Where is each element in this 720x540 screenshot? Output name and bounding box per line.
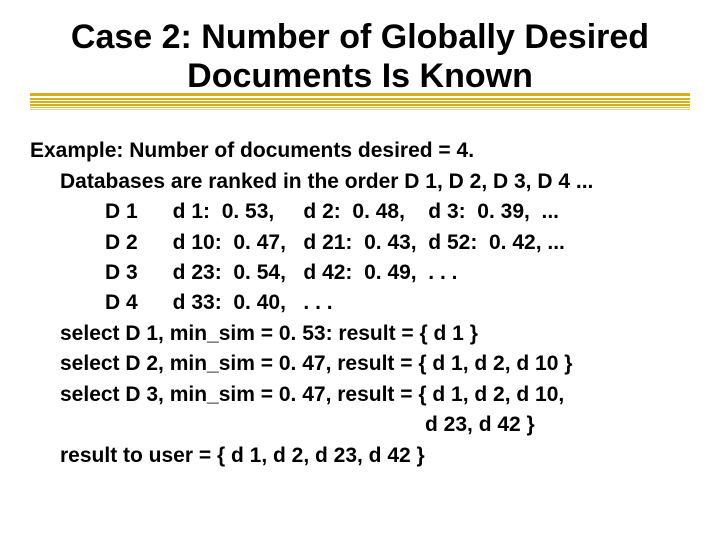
db-row-d3: D 3 d 23: 0. 54, d 42: 0. 49, . . . — [105, 258, 690, 288]
slide-body: Example: Number of documents desired = 4… — [30, 136, 690, 471]
slide: Case 2: Number of Globally Desired Docum… — [0, 0, 720, 540]
title-line-1: Case 2: Number of Globally Desired — [71, 18, 649, 56]
slide-title: Case 2: Number of Globally Desired Docum… — [30, 18, 690, 96]
result-line: result to user = { d 1, d 2, d 23, d 42 … — [60, 441, 690, 471]
select-line-2: select D 2, min_sim = 0. 47, result = { … — [60, 349, 690, 379]
example-line: Example: Number of documents desired = 4… — [30, 136, 690, 166]
select-line-3-cont: d 23, d 42 } — [105, 410, 690, 440]
title-block: Case 2: Number of Globally Desired Docum… — [30, 18, 690, 104]
ranked-line: Databases are ranked in the order D 1, D… — [60, 167, 690, 197]
db-row-d4: D 4 d 33: 0. 40, . . . — [105, 288, 690, 318]
title-underline — [30, 88, 690, 110]
select-line-3: select D 3, min_sim = 0. 47, result = { … — [60, 380, 690, 410]
select-line-1: select D 1, min_sim = 0. 53: result = { … — [60, 319, 690, 349]
db-row-d2: D 2 d 10: 0. 47, d 21: 0. 43, d 52: 0. 4… — [105, 228, 690, 258]
db-row-d1: D 1 d 1: 0. 53, d 2: 0. 48, d 3: 0. 39, … — [105, 197, 690, 227]
